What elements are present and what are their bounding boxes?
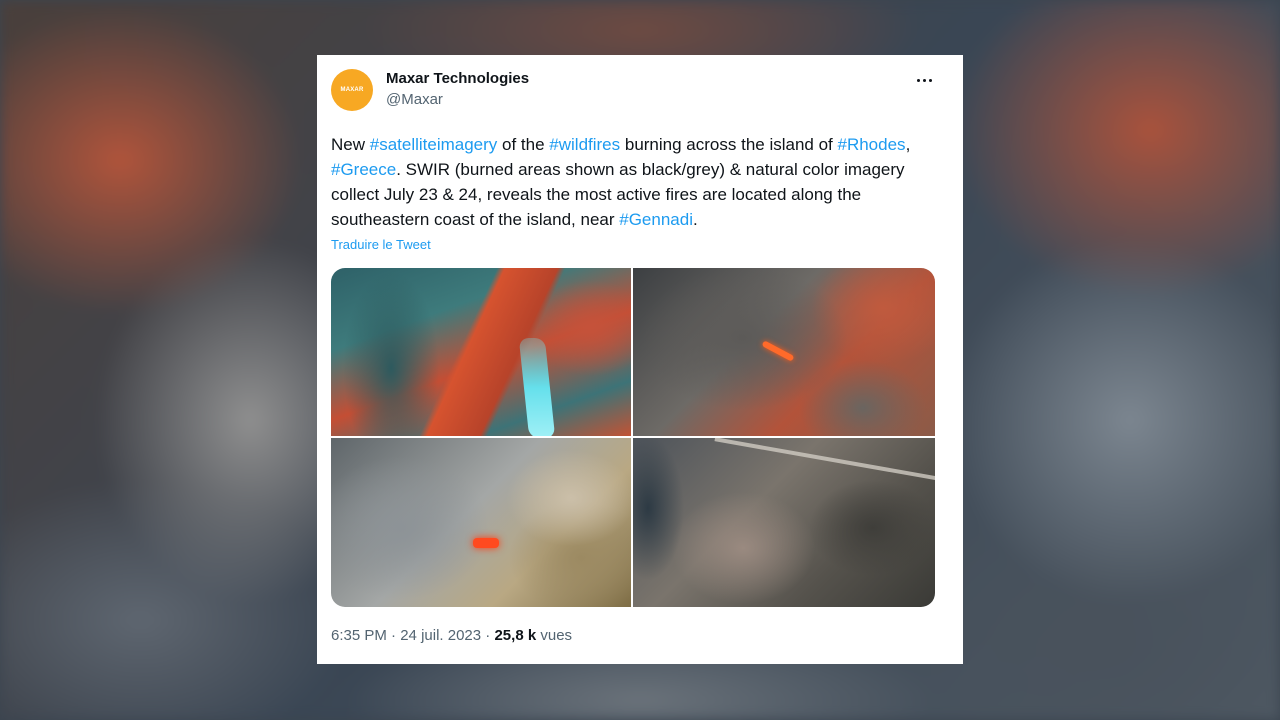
hashtag-link[interactable]: #satelliteimagery (370, 135, 498, 154)
tweet-text-segment: . SWIR (burned areas shown as black/grey… (331, 160, 905, 229)
tweet-text-segment: , (905, 135, 911, 154)
satellite-photo-smoke[interactable] (633, 268, 935, 436)
media-grid (331, 268, 935, 607)
user-handle[interactable]: @Maxar (386, 91, 443, 108)
road (714, 438, 935, 483)
satellite-photo-swir[interactable] (331, 268, 631, 436)
tweet-card: MAXAR Maxar Technologies @Maxar New #sat… (317, 55, 963, 664)
display-name[interactable]: Maxar Technologies (386, 70, 529, 87)
avatar-logo-text: MAXAR (340, 87, 364, 93)
tweet-text-segment: New (331, 135, 370, 154)
tweet-text-segment: of the (497, 135, 550, 154)
tweet-date[interactable]: 24 juil. 2023 (400, 627, 481, 644)
hashtag-link[interactable]: #Rhodes (838, 135, 906, 154)
tweet-text: New #satelliteimagery of the #wildfires … (331, 132, 941, 232)
hashtag-link[interactable]: #wildfires (549, 135, 620, 154)
fire-line (761, 340, 795, 362)
meta-separator: · (485, 627, 491, 644)
satellite-photo-fire-fields[interactable] (331, 438, 631, 607)
tweet-text-segment: burning across the island of (620, 135, 838, 154)
tweet-meta: 6:35 PM · 24 juil. 2023 · 25,8 k vues (331, 627, 572, 644)
hashtag-link[interactable]: #Gennadi (619, 210, 693, 229)
avatar[interactable]: MAXAR (331, 69, 373, 111)
translate-tweet-link[interactable]: Traduire le Tweet (331, 237, 431, 252)
meta-separator: · (391, 627, 397, 644)
more-options-button[interactable] (913, 69, 935, 91)
satellite-photo-village[interactable] (633, 438, 935, 607)
more-horizontal-icon (915, 78, 933, 82)
hashtag-link[interactable]: #Greece (331, 160, 396, 179)
tweet-time[interactable]: 6:35 PM (331, 627, 387, 644)
views-label: vues (540, 627, 573, 644)
tweet-text-segment: . (692, 210, 698, 229)
views-count: 25,8 k (494, 627, 537, 644)
smoke-plume (518, 338, 556, 436)
fire-spot (473, 538, 499, 548)
